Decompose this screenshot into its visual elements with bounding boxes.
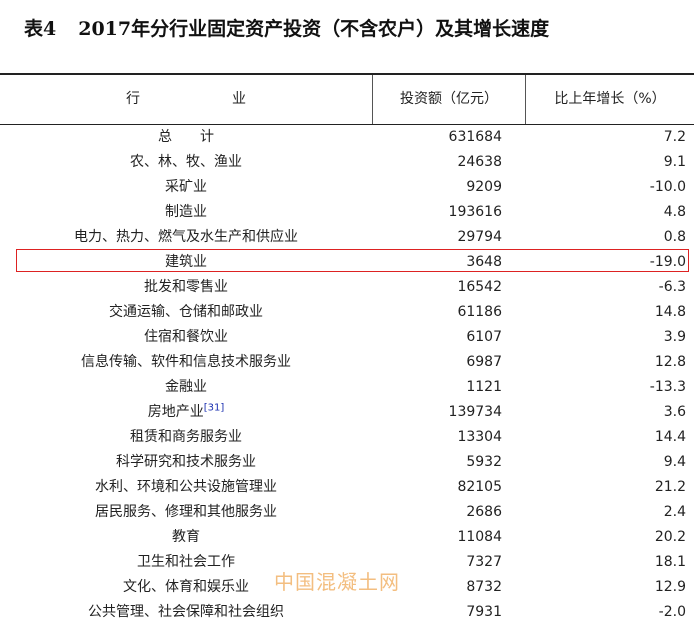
growth-value: 9.1 [663,154,686,170]
amount-value: 6987 [466,354,502,370]
watermark: 中国混凝土网 [274,570,400,594]
growth-value: 2.4 [663,504,686,520]
industry-name: 采矿业 [165,179,207,195]
growth-value: 3.9 [663,329,686,345]
table-row: 科学研究和技术服务业 5932 9.4 [0,450,694,475]
amount-value: 5932 [466,454,502,470]
amount-value: 11084 [457,529,502,545]
table-row: 交通运输、仓储和邮政业 61186 14.8 [0,300,694,325]
growth-value: -19.0 [649,254,686,270]
table-row: 房地产业[31] 139734 3.6 [0,400,694,425]
industry-name-with-footnote: 房地产业[31] [0,400,372,425]
industry-name: 科学研究和技术服务业 [116,454,256,470]
industry-name: 电力、热力、燃气及水生产和供应业 [74,229,298,245]
table-row: 金融业 1121 -13.3 [0,375,694,400]
growth-value: 3.6 [663,404,686,420]
industry-name: 批发和零售业 [144,279,228,295]
industry-name: 制造业 [165,204,207,220]
table-row: 公共管理、社会保障和社会组织 7931 -2.0 [0,600,694,625]
industry-name: 总 计 [158,129,214,145]
amount-value: 16542 [457,279,502,295]
industry-name: 租赁和商务服务业 [130,429,242,445]
amount-value: 193616 [448,204,502,220]
table-row-highlighted: 建筑业 3648 -19.0 [0,250,694,275]
header-industry-char-2: 业 [232,91,246,107]
header-industry-char-1: 行 [126,91,140,107]
industry-name: 居民服务、修理和其他服务业 [95,504,277,520]
amount-value: 6107 [466,329,502,345]
amount-value: 24638 [457,154,502,170]
growth-value: -13.3 [649,379,686,395]
table-row: 农、林、牧、渔业 24638 9.1 [0,150,694,175]
industry-name: 金融业 [165,379,207,395]
amount-value: 631684 [448,129,502,145]
table-row: 住宿和餐饮业 6107 3.9 [0,325,694,350]
industry-name: 教育 [172,529,200,545]
amount-value: 13304 [457,429,502,445]
growth-value: 12.8 [654,354,686,370]
growth-value: -2.0 [658,604,686,620]
amount-value: 7931 [466,604,502,620]
table-number: 表4 [24,18,57,40]
growth-value: 18.1 [654,554,686,570]
table-row: 信息传输、软件和信息技术服务业 6987 12.8 [0,350,694,375]
table-row: 居民服务、修理和其他服务业 2686 2.4 [0,500,694,525]
table-row: 总 计 631684 7.2 [0,125,694,150]
amount-value: 2686 [466,504,502,520]
industry-name: 公共管理、社会保障和社会组织 [88,604,284,620]
table-row: 租赁和商务服务业 13304 14.4 [0,425,694,450]
growth-value: 7.2 [663,129,686,145]
industry-name: 建筑业 [165,254,207,270]
growth-value: -10.0 [649,179,686,195]
table-title: 表4 2017年分行业固定资产投资（不含农户）及其增长速度 [24,14,549,41]
industry-name: 房地产业 [147,404,204,420]
amount-value: 1121 [466,379,502,395]
table-row: 制造业 193616 4.8 [0,200,694,225]
growth-value: 0.8 [663,229,686,245]
table-row: 批发和零售业 16542 -6.3 [0,275,694,300]
growth-value: 12.9 [654,579,686,595]
industry-name: 水利、环境和公共设施管理业 [95,479,277,495]
amount-value: 29794 [457,229,502,245]
industry-name: 住宿和餐饮业 [144,329,228,345]
amount-value: 139734 [448,404,502,420]
table-title-text: 2017年分行业固定资产投资（不含农户）及其增长速度 [78,18,550,40]
amount-value: 3648 [466,254,502,270]
industry-name: 农、林、牧、渔业 [130,154,242,170]
amount-value: 61186 [457,304,502,320]
growth-value: 9.4 [663,454,686,470]
industry-name: 交通运输、仓储和邮政业 [109,304,263,320]
industry-name: 信息传输、软件和信息技术服务业 [81,354,291,370]
table-row: 教育 11084 20.2 [0,525,694,550]
table-row: 电力、热力、燃气及水生产和供应业 29794 0.8 [0,225,694,250]
growth-value: 4.8 [663,204,686,220]
table-row: 采矿业 9209 -10.0 [0,175,694,200]
growth-value: -6.3 [658,279,686,295]
header-amount: 投资额（亿元） [400,91,498,107]
amount-value: 9209 [466,179,502,195]
growth-value: 21.2 [654,479,686,495]
header-growth: 比上年增长（%） [554,91,666,107]
amount-value: 82105 [457,479,502,495]
growth-value: 20.2 [654,529,686,545]
table-body: 总 计 631684 7.2 农、林、牧、渔业 24638 9.1 采矿业 9209 -10… [0,125,694,625]
footnote-link[interactable]: [31] [204,402,225,413]
header-industry: 行业 [0,75,372,124]
table-row: 水利、环境和公共设施管理业 82105 21.2 [0,475,694,500]
growth-value: 14.8 [654,304,686,320]
growth-value: 14.4 [654,429,686,445]
